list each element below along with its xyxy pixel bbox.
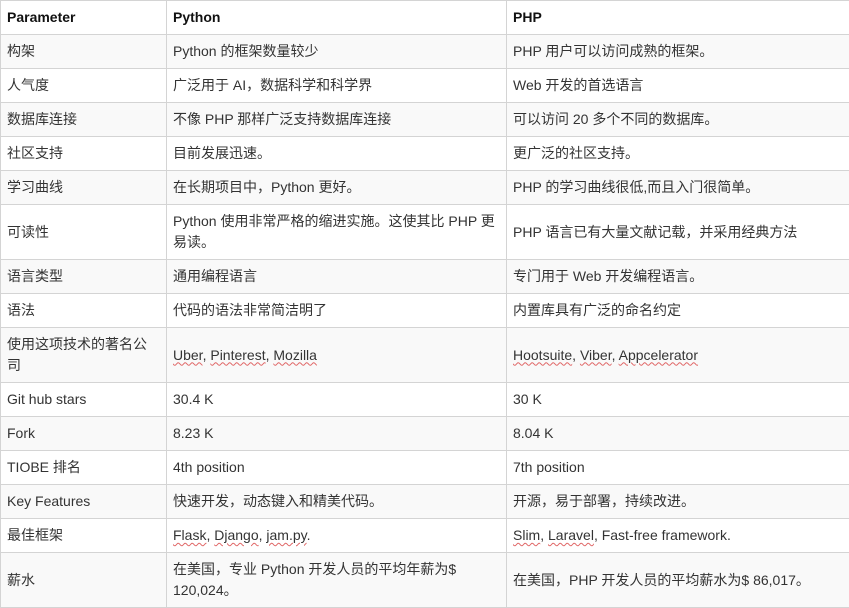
table-row: 人气度广泛用于 AI，数据科学和科学界Web 开发的首选语言 <box>1 69 849 103</box>
param-cell: 社区支持 <box>1 137 167 171</box>
table-row: 数据库连接不像 PHP 那样广泛支持数据库连接可以访问 20 多个不同的数据库。 <box>1 103 849 137</box>
header-php: PHP <box>507 1 849 35</box>
comparison-table: Parameter Python PHP 构架Python 的框架数量较少PHP… <box>0 0 849 608</box>
table-cell: PHP 的学习曲线很低,而且入门很简单。 <box>507 171 849 205</box>
spellcheck-word: jam.py <box>266 527 306 543</box>
table-cell: 更广泛的社区支持。 <box>507 137 849 171</box>
table-cell: PHP 语言已有大量文献记载，并采用经典方法 <box>507 205 849 260</box>
param-cell: 人气度 <box>1 69 167 103</box>
table-cell: Hootsuite, Viber, Appcelerator <box>507 328 849 383</box>
table-cell: 可以访问 20 多个不同的数据库。 <box>507 103 849 137</box>
table-body: 构架Python 的框架数量较少PHP 用户可以访问成熟的框架。人气度广泛用于 … <box>1 35 849 608</box>
table-cell: Slim, Laravel, Fast-free framework. <box>507 519 849 553</box>
table-row: Fork8.23 K8.04 K <box>1 417 849 451</box>
spellcheck-word: Viber <box>580 347 612 363</box>
table-cell: 8.04 K <box>507 417 849 451</box>
table-row: 语言类型通用编程语言专门用于 Web 开发编程语言。 <box>1 260 849 294</box>
table-row: TIOBE 排名4th position7th position <box>1 451 849 485</box>
table-row: 学习曲线在长期项目中，Python 更好。PHP 的学习曲线很低,而且入门很简单… <box>1 171 849 205</box>
param-cell: Git hub stars <box>1 383 167 417</box>
param-cell: 构架 <box>1 35 167 69</box>
table-cell: Python 使用非常严格的缩进实施。这使其比 PHP 更易读。 <box>167 205 507 260</box>
spellcheck-word: Pinterest <box>210 347 265 363</box>
table-header-row: Parameter Python PHP <box>1 1 849 35</box>
table-cell: Python 的框架数量较少 <box>167 35 507 69</box>
table-row: 构架Python 的框架数量较少PHP 用户可以访问成熟的框架。 <box>1 35 849 69</box>
table-cell: 不像 PHP 那样广泛支持数据库连接 <box>167 103 507 137</box>
table-row: 薪水在美国，专业 Python 开发人员的平均年薪为$ 120,024。在美国，… <box>1 553 849 608</box>
table-cell: 30 K <box>507 383 849 417</box>
table-row: 使用这项技术的著名公司Uber, Pinterest, MozillaHoots… <box>1 328 849 383</box>
table-cell: 8.23 K <box>167 417 507 451</box>
param-cell: Fork <box>1 417 167 451</box>
spellcheck-word: Slim <box>513 527 540 543</box>
table-row: 可读性Python 使用非常严格的缩进实施。这使其比 PHP 更易读。PHP 语… <box>1 205 849 260</box>
header-python: Python <box>167 1 507 35</box>
header-parameter: Parameter <box>1 1 167 35</box>
spellcheck-word: Mozilla <box>273 347 317 363</box>
table-cell: PHP 用户可以访问成熟的框架。 <box>507 35 849 69</box>
table-cell: 30.4 K <box>167 383 507 417</box>
param-cell: 薪水 <box>1 553 167 608</box>
table-cell: 4th position <box>167 451 507 485</box>
param-cell: 学习曲线 <box>1 171 167 205</box>
table-cell: 目前发展迅速。 <box>167 137 507 171</box>
table-row: 社区支持目前发展迅速。更广泛的社区支持。 <box>1 137 849 171</box>
table-cell: Uber, Pinterest, Mozilla <box>167 328 507 383</box>
param-cell: 语言类型 <box>1 260 167 294</box>
table-cell: 代码的语法非常简洁明了 <box>167 294 507 328</box>
spellcheck-word: Hootsuite <box>513 347 572 363</box>
table-row: Git hub stars30.4 K30 K <box>1 383 849 417</box>
table-row: 最佳框架Flask, Django, jam.py.Slim, Laravel,… <box>1 519 849 553</box>
spellcheck-word: Django <box>214 527 258 543</box>
table-row: 语法代码的语法非常简洁明了内置库具有广泛的命名约定 <box>1 294 849 328</box>
table-cell: 内置库具有广泛的命名约定 <box>507 294 849 328</box>
param-cell: 数据库连接 <box>1 103 167 137</box>
spellcheck-word: Uber <box>173 347 203 363</box>
param-cell: Key Features <box>1 485 167 519</box>
table-cell: Web 开发的首选语言 <box>507 69 849 103</box>
spellcheck-word: Flask <box>173 527 206 543</box>
table-cell: 7th position <box>507 451 849 485</box>
table-cell: 广泛用于 AI，数据科学和科学界 <box>167 69 507 103</box>
param-cell: TIOBE 排名 <box>1 451 167 485</box>
param-cell: 使用这项技术的著名公司 <box>1 328 167 383</box>
table-cell: 开源，易于部署，持续改进。 <box>507 485 849 519</box>
table-cell: 专门用于 Web 开发编程语言。 <box>507 260 849 294</box>
table-cell: Flask, Django, jam.py. <box>167 519 507 553</box>
param-cell: 可读性 <box>1 205 167 260</box>
table-cell: 在长期项目中，Python 更好。 <box>167 171 507 205</box>
table-cell: 通用编程语言 <box>167 260 507 294</box>
table-row: Key Features快速开发，动态键入和精美代码。开源，易于部署，持续改进。 <box>1 485 849 519</box>
spellcheck-word: Appcelerator <box>619 347 698 363</box>
table-cell: 在美国，PHP 开发人员的平均薪水为$ 86,017。 <box>507 553 849 608</box>
table-cell: 快速开发，动态键入和精美代码。 <box>167 485 507 519</box>
param-cell: 最佳框架 <box>1 519 167 553</box>
spellcheck-word: Laravel <box>548 527 594 543</box>
table-cell: 在美国，专业 Python 开发人员的平均年薪为$ 120,024。 <box>167 553 507 608</box>
param-cell: 语法 <box>1 294 167 328</box>
